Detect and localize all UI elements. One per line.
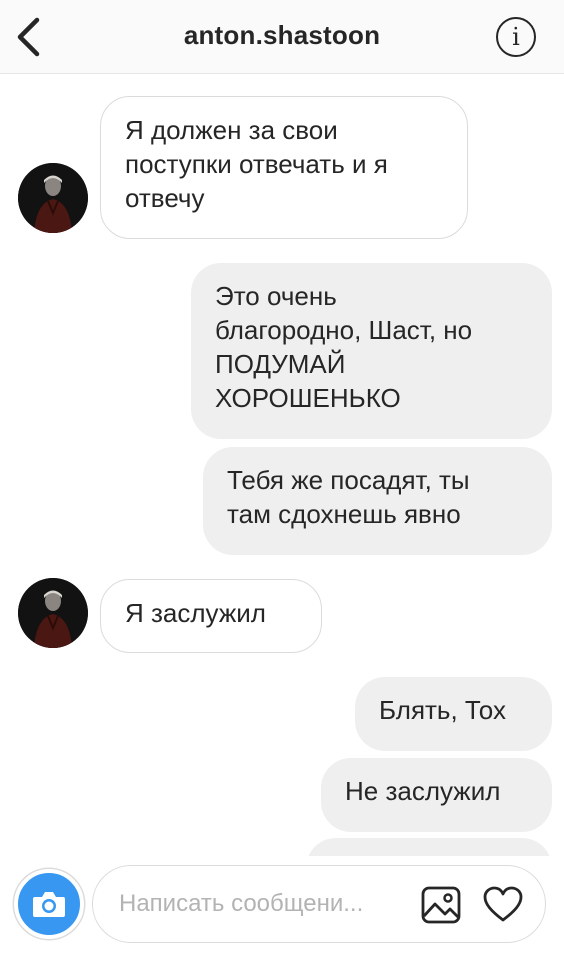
message-input-container [92, 865, 546, 943]
heart-icon [483, 886, 523, 922]
gallery-button[interactable] [421, 886, 461, 924]
avatar[interactable] [18, 163, 88, 233]
camera-button[interactable] [14, 869, 84, 939]
camera-icon [33, 892, 65, 917]
message-bubble-outgoing[interactable]: Тебя же посадят, ты там сдохнешь явно [203, 447, 552, 555]
message-bubble-outgoing[interactable]: Не заслужил [321, 758, 552, 832]
avatar-image [18, 163, 88, 233]
message-bubble-incoming[interactable]: Я должен за свои поступки отвечать и я о… [100, 96, 468, 239]
conversation-header: anton.shastoon i [0, 0, 564, 74]
message-bubble-outgoing[interactable]: Это очень благородно, Шаст, но ПОДУМАЙ Х… [191, 263, 552, 439]
message-thread[interactable]: Я должен за свои поступки отвечать и я о… [0, 74, 564, 856]
avatar[interactable] [18, 578, 88, 648]
like-button[interactable] [483, 886, 523, 924]
image-gallery-icon [421, 886, 461, 924]
message-bubble-outgoing[interactable]: Блять, Тох [355, 677, 552, 751]
conversation-title[interactable]: anton.shastoon [0, 20, 564, 51]
message-composer [0, 856, 564, 960]
info-button[interactable]: i [496, 17, 536, 57]
message-bubble-outgoing[interactable] [306, 838, 552, 856]
message-bubble-incoming[interactable]: Я заслужил [100, 579, 322, 653]
info-icon: i [512, 23, 520, 51]
avatar-image [18, 578, 88, 648]
message-input[interactable] [119, 886, 411, 922]
